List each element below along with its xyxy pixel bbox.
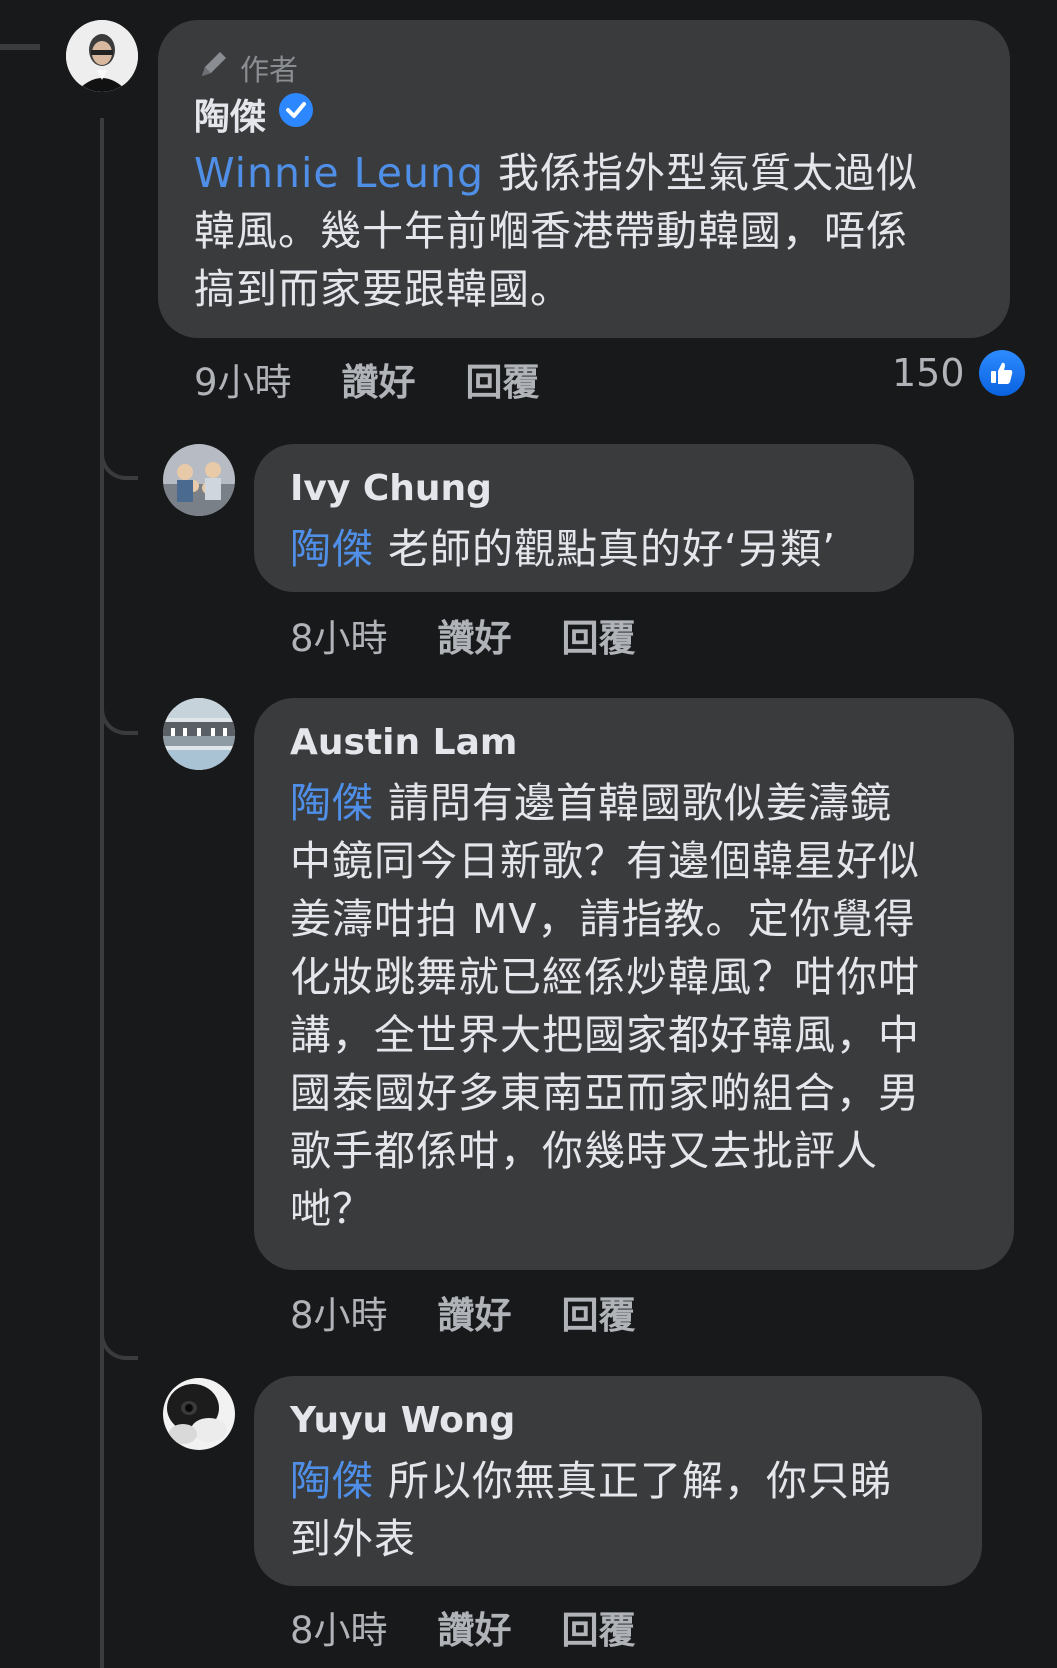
thread-connector-reply-1 [100,420,138,480]
comment-line: 姜濤咁拍 MV，請指教。定你覺得 [290,895,916,943]
comment-line: 請問有邊首韓國歌似姜濤鏡 [388,779,893,827]
thread-connector-reply-2 [100,670,138,735]
comment-meta: 8小時 讚好 回覆 [290,608,636,662]
commenter-name[interactable]: Ivy Chung [290,468,492,509]
comment-line: 搞到而家要跟韓國。 [194,265,572,313]
comment-line: 老師的觀點真的好‘另類’ [388,525,837,573]
avatar-austin-lam[interactable] [163,698,235,770]
timestamp[interactable]: 8小時 [290,1600,388,1654]
commenter-name[interactable]: Austin Lam [290,722,517,763]
like-button[interactable]: 讚好 [438,1285,512,1339]
comment-line: 韓風。幾十年前嗰香港帶動韓國，唔係 [194,207,908,255]
avatar-author[interactable] [66,20,138,92]
comment-meta: 8小時 讚好 回覆 [290,1600,636,1654]
comment-text: 陶傑 老師的觀點真的好‘另類’ [290,520,910,578]
avatar-ivy-chung[interactable] [163,444,235,516]
comment-line: 我係指外型氣質太過似 [498,149,919,197]
reply-button[interactable]: 回覆 [562,608,636,662]
mention-link[interactable]: Winnie Leung [194,149,484,197]
timestamp[interactable]: 8小時 [290,608,388,662]
like-count: 150 [892,351,965,395]
commenter-name[interactable]: Yuyu Wong [290,1400,515,1441]
timestamp[interactable]: 9小時 [194,352,292,406]
avatar-yuyu-wong[interactable] [163,1378,235,1450]
comment-text: 陶傑 所以你無真正了解，你只睇 到外表 [290,1452,970,1568]
reply-button[interactable]: 回覆 [562,1600,636,1654]
timestamp[interactable]: 8小時 [290,1285,388,1339]
commenter-name-label[interactable]: 陶傑 [194,88,266,140]
comment-line: 所以你無真正了解，你只睇 [388,1457,893,1505]
thumbs-up-icon [978,350,1025,396]
commenter-name[interactable]: 陶傑 [194,88,314,140]
comment-line: 哋？ [290,1185,374,1233]
comment-line: 歌手都係咁，你幾時又去批評人 [290,1127,878,1175]
comment-line: 中鏡同今日新歌？有邊個韓星好似 [290,837,920,885]
reaction-count[interactable]: 150 [892,350,1025,396]
thread-connector-reply-3 [100,1310,138,1360]
mention-link[interactable]: 陶傑 [290,779,374,827]
like-button[interactable]: 讚好 [438,608,512,662]
comment-line: 到外表 [290,1515,416,1563]
reply-button[interactable]: 回覆 [466,352,540,406]
comment-line: 國泰國好多東南亞而家啲組合，男 [290,1069,920,1117]
comment-text: 陶傑 請問有邊首韓國歌似姜濤鏡 中鏡同今日新歌？有邊個韓星好似 姜濤咁拍 MV，… [290,774,1010,1238]
thread-line-vertical [100,118,104,1668]
comment-line: 講，全世界大把國家都好韓風，中 [290,1011,920,1059]
thread-connector-author [0,0,40,50]
author-badge-label: 作者 [240,52,299,87]
comment-thread: 作者 陶傑 Winnie Leung 我係指外型氣質太過似 韓風。幾十年前嗰香港… [0,0,1057,1668]
like-button[interactable]: 讚好 [438,1600,512,1654]
pencil-icon [196,46,232,89]
like-button[interactable]: 讚好 [342,352,416,406]
verified-check-icon [278,92,314,137]
reply-button[interactable]: 回覆 [562,1285,636,1339]
comment-line: 化妝跳舞就已經係炒韓風？咁你咁 [290,953,920,1001]
comment-meta: 8小時 讚好 回覆 [290,1285,636,1339]
mention-link[interactable]: 陶傑 [290,1457,374,1505]
author-badge: 作者 [196,46,298,89]
comment-text: Winnie Leung 我係指外型氣質太過似 韓風。幾十年前嗰香港帶動韓國，唔… [194,144,994,318]
mention-link[interactable]: 陶傑 [290,525,374,573]
comment-meta: 9小時 讚好 回覆 [194,352,540,406]
